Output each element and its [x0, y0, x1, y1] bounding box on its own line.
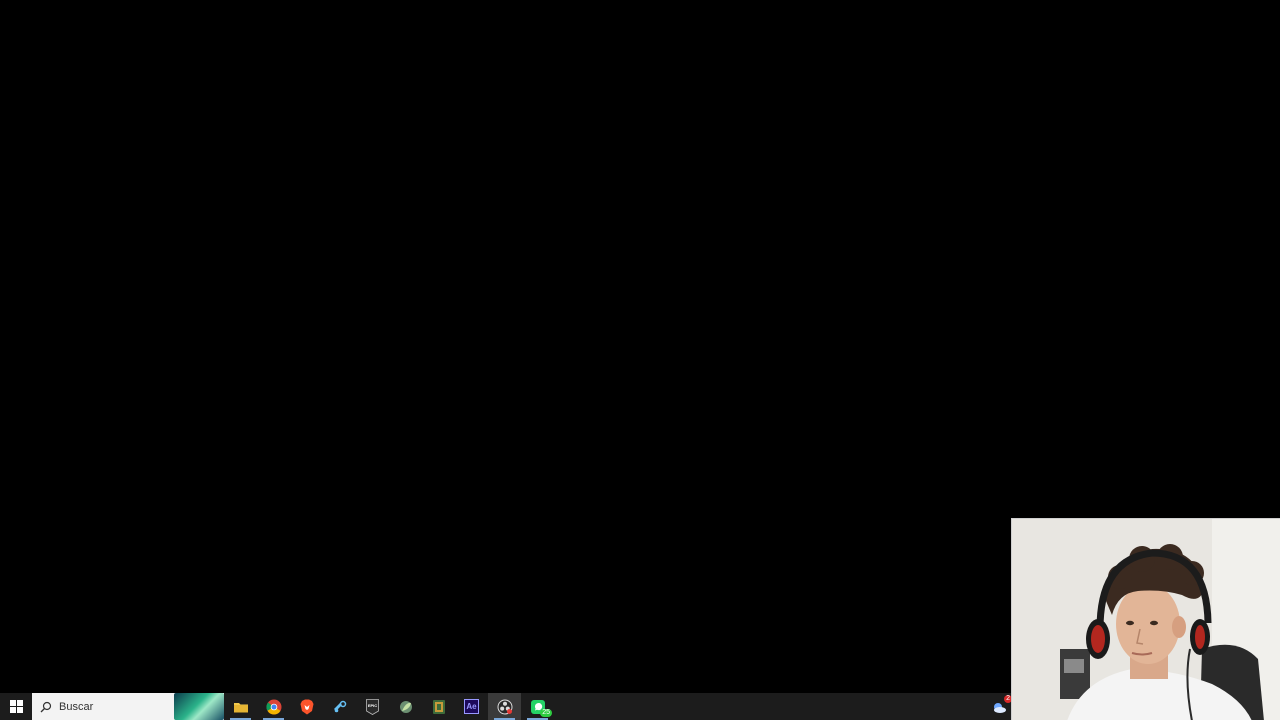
person-webcam-feed — [1012, 519, 1280, 720]
system-tray: 2 — [988, 693, 1012, 720]
screen: Buscar EPIC Ae 25 2 — [0, 0, 1280, 720]
whatsapp-unread-badge: 25 — [540, 709, 552, 717]
svg-text:EPIC: EPIC — [368, 703, 377, 708]
steam-icon — [333, 700, 346, 712]
tray-weather-button[interactable]: 2 — [988, 693, 1012, 720]
leaf-icon — [399, 700, 412, 713]
search-placeholder: Buscar — [59, 700, 94, 713]
search-box[interactable]: Buscar — [32, 693, 224, 720]
windows-logo-icon — [9, 700, 23, 713]
taskbar-brave-button[interactable] — [290, 693, 323, 720]
book-icon — [432, 699, 445, 714]
epic-games-icon: EPIC — [366, 698, 379, 715]
search-icon — [39, 700, 53, 714]
taskbar-chrome-button[interactable] — [257, 693, 290, 720]
taskbar-obs-button[interactable] — [488, 693, 521, 720]
taskbar-apps: EPIC Ae 25 — [224, 693, 554, 720]
obs-icon — [497, 699, 512, 714]
brave-icon — [300, 699, 313, 714]
webcam-overlay — [1011, 518, 1280, 720]
folder-icon — [233, 702, 248, 712]
start-button[interactable] — [0, 693, 32, 720]
taskbar-steam-button[interactable] — [323, 693, 356, 720]
taskbar-leaf-app-button[interactable] — [389, 693, 422, 720]
after-effects-icon: Ae — [464, 699, 479, 714]
taskbar-book-app-button[interactable] — [422, 693, 455, 720]
taskbar-whatsapp-button[interactable]: 25 — [521, 693, 554, 720]
search-highlight-image[interactable] — [174, 693, 224, 720]
taskbar-file-explorer-button[interactable] — [224, 693, 257, 720]
chrome-icon — [265, 699, 281, 715]
taskbar-after-effects-button[interactable]: Ae — [455, 693, 488, 720]
taskbar-epic-games-button[interactable]: EPIC — [356, 693, 389, 720]
